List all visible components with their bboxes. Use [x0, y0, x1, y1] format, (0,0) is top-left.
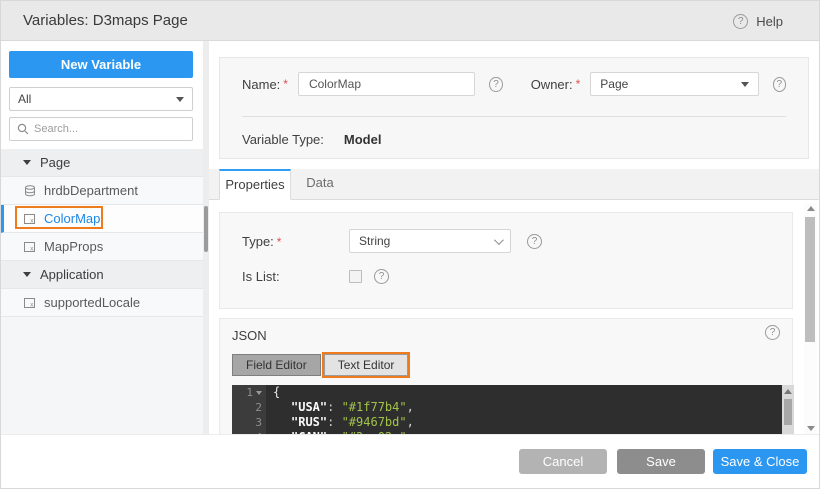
type-dropdown-value: String	[359, 234, 391, 248]
type-help-icon[interactable]: ?	[527, 233, 542, 249]
dialog-header: Variables: D3maps Page ? Help	[1, 1, 819, 41]
is-list-label: Is List:	[242, 269, 280, 284]
svg-text:x: x	[30, 301, 34, 308]
caret-down-icon	[740, 81, 749, 87]
type-properties-card: Type: * String ? Is List: ?	[219, 212, 793, 309]
required-marker: *	[276, 234, 282, 249]
type-label: Type: *	[242, 233, 282, 249]
tree-item-mapprops[interactable]: x MapProps	[1, 233, 203, 261]
line-number: 3	[232, 415, 266, 430]
text-editor-button[interactable]: Text Editor	[321, 352, 411, 378]
code-fold-icon[interactable]	[256, 390, 262, 395]
search-icon	[17, 123, 29, 135]
editor-scrollbar[interactable]	[782, 385, 794, 434]
tab-data[interactable]: Data	[291, 169, 349, 200]
variable-type-row: Variable Type: Model	[220, 117, 808, 147]
editor-mode-toggle: Field Editor Text Editor	[232, 352, 792, 378]
tab-properties[interactable]: Properties	[219, 169, 291, 200]
variables-tree: Page hrdbDepartment x ColorMap x MapProp…	[1, 149, 203, 317]
line-number: 1	[232, 385, 266, 400]
tab-bar: Properties Data	[209, 169, 819, 200]
sidebar-filler	[1, 317, 203, 434]
type-dropdown[interactable]: String	[349, 229, 511, 253]
variable-type-value: Model	[343, 132, 382, 147]
svg-text:x: x	[30, 245, 34, 252]
type-row: Type: * String ?	[220, 213, 792, 253]
variable-summary-card: Name:* ? Owner:* Page ? Variable Type: M…	[219, 57, 809, 159]
tree-item-colormap[interactable]: x ColorMap	[1, 205, 203, 233]
variable-detail-panel: Name:* ? Owner:* Page ? Variable Type: M…	[209, 41, 819, 434]
owner-dropdown-value: Page	[600, 77, 629, 91]
json-title: JSON	[232, 328, 267, 343]
name-input[interactable]	[297, 72, 476, 96]
is-list-checkbox[interactable]	[349, 270, 362, 283]
sidebar-scrollbar-thumb[interactable]	[204, 206, 208, 252]
database-icon	[23, 184, 37, 198]
content-scrollbar-thumb[interactable]	[805, 217, 815, 342]
tree-item-hrdbdepartment[interactable]: hrdbDepartment	[1, 177, 203, 205]
required-marker: *	[575, 77, 581, 91]
new-variable-button[interactable]: New Variable	[9, 51, 193, 78]
line-number: 2	[232, 400, 266, 415]
scroll-up-icon[interactable]	[784, 389, 792, 394]
json-help-icon[interactable]: ?	[765, 325, 780, 340]
page-title: Variables: D3maps Page	[23, 12, 188, 29]
tree-group-application[interactable]: Application	[1, 261, 203, 289]
help-label: Help	[756, 13, 783, 29]
editor-scrollbar-thumb[interactable]	[784, 399, 792, 425]
chevron-down-icon	[493, 234, 504, 245]
variable-type-label: Variable Type:	[242, 132, 324, 147]
help-icon: ?	[733, 13, 749, 29]
name-owner-row: Name:* ? Owner:* Page ?	[220, 58, 808, 96]
svg-text:x: x	[30, 217, 34, 224]
variables-dialog: Variables: D3maps Page ? Help New Variab…	[0, 0, 820, 489]
help-button[interactable]: ? Help	[733, 1, 783, 41]
json-section-card: JSON ? Field Editor Text Editor 1 { 2 "U…	[219, 318, 794, 434]
filter-dropdown-value: All	[18, 92, 32, 106]
is-list-row: Is List: ?	[220, 253, 792, 284]
owner-label: Owner:	[530, 76, 573, 92]
variables-sidebar: New Variable All Page	[1, 41, 203, 434]
field-editor-button[interactable]: Field Editor	[232, 354, 321, 376]
owner-help-icon[interactable]: ?	[772, 76, 786, 92]
is-list-help-icon[interactable]: ?	[374, 269, 389, 284]
code-line: 3 "RUS": "#9467bd",	[232, 415, 794, 430]
json-code-editor[interactable]: 1 { 2 "USA": "#1f77b4", 3 "RUS": "#9467b…	[232, 385, 794, 434]
tree-group-page[interactable]: Page	[1, 149, 203, 177]
name-label: Name:	[242, 76, 281, 92]
dialog-footer: Cancel Save Save & Close	[1, 434, 819, 488]
code-line: 2 "USA": "#1f77b4",	[232, 400, 794, 415]
content-scrollbar[interactable]	[804, 203, 817, 434]
required-marker: *	[283, 77, 288, 91]
variable-icon: x	[23, 296, 37, 310]
save-and-close-button[interactable]: Save & Close	[713, 449, 807, 474]
caret-down-icon	[23, 272, 31, 277]
filter-dropdown[interactable]: All	[9, 87, 193, 111]
json-header: JSON ?	[220, 319, 792, 345]
scroll-up-icon[interactable]	[807, 206, 815, 211]
variable-icon: x	[23, 212, 37, 226]
code-line: 1 {	[232, 385, 794, 400]
cancel-button[interactable]: Cancel	[519, 449, 607, 474]
tab-content: Type: * String ? Is List: ? JSON ? Field…	[209, 200, 819, 434]
search-input[interactable]	[34, 123, 185, 135]
save-button[interactable]: Save	[617, 449, 705, 474]
tree-item-supportedlocale[interactable]: x supportedLocale	[1, 289, 203, 317]
scroll-down-icon[interactable]	[807, 426, 815, 431]
search-box	[9, 117, 193, 141]
owner-dropdown[interactable]: Page	[590, 72, 759, 96]
name-help-icon[interactable]: ?	[489, 76, 503, 92]
caret-down-icon	[23, 160, 31, 165]
variable-icon: x	[23, 240, 37, 254]
caret-down-icon	[176, 96, 184, 102]
